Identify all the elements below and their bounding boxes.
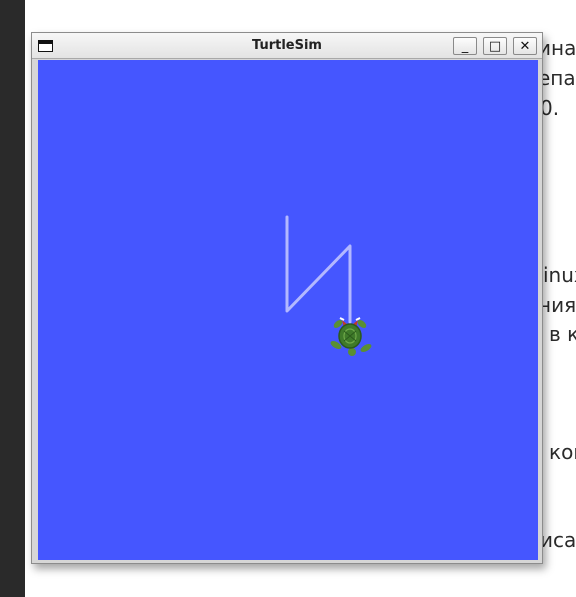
background-text-line: ина xyxy=(538,36,576,60)
turtle-icon xyxy=(330,317,372,356)
background-text-line: в к xyxy=(549,322,576,346)
turtle-canvas-drawing xyxy=(285,215,372,356)
background-text-line: епа xyxy=(538,66,576,90)
maximize-icon: □ xyxy=(488,38,502,54)
background-text-line: inux xyxy=(543,263,576,287)
close-icon: ✕ xyxy=(519,38,531,54)
pen-trail xyxy=(285,215,352,324)
minimize-button[interactable]: _ xyxy=(453,37,477,55)
turtlesim-window[interactable]: TurtleSim _ □ ✕ xyxy=(31,32,543,564)
background-text-line: иса xyxy=(540,528,576,552)
turtle-canvas[interactable] xyxy=(38,60,538,560)
window-titlebar[interactable]: TurtleSim _ □ ✕ xyxy=(32,33,542,59)
maximize-button[interactable]: □ xyxy=(483,37,507,55)
minimize-icon: _ xyxy=(461,38,469,54)
background-text-line: ния xyxy=(538,293,576,317)
close-button[interactable]: ✕ xyxy=(513,37,537,55)
background-text-line: ком xyxy=(549,440,576,464)
